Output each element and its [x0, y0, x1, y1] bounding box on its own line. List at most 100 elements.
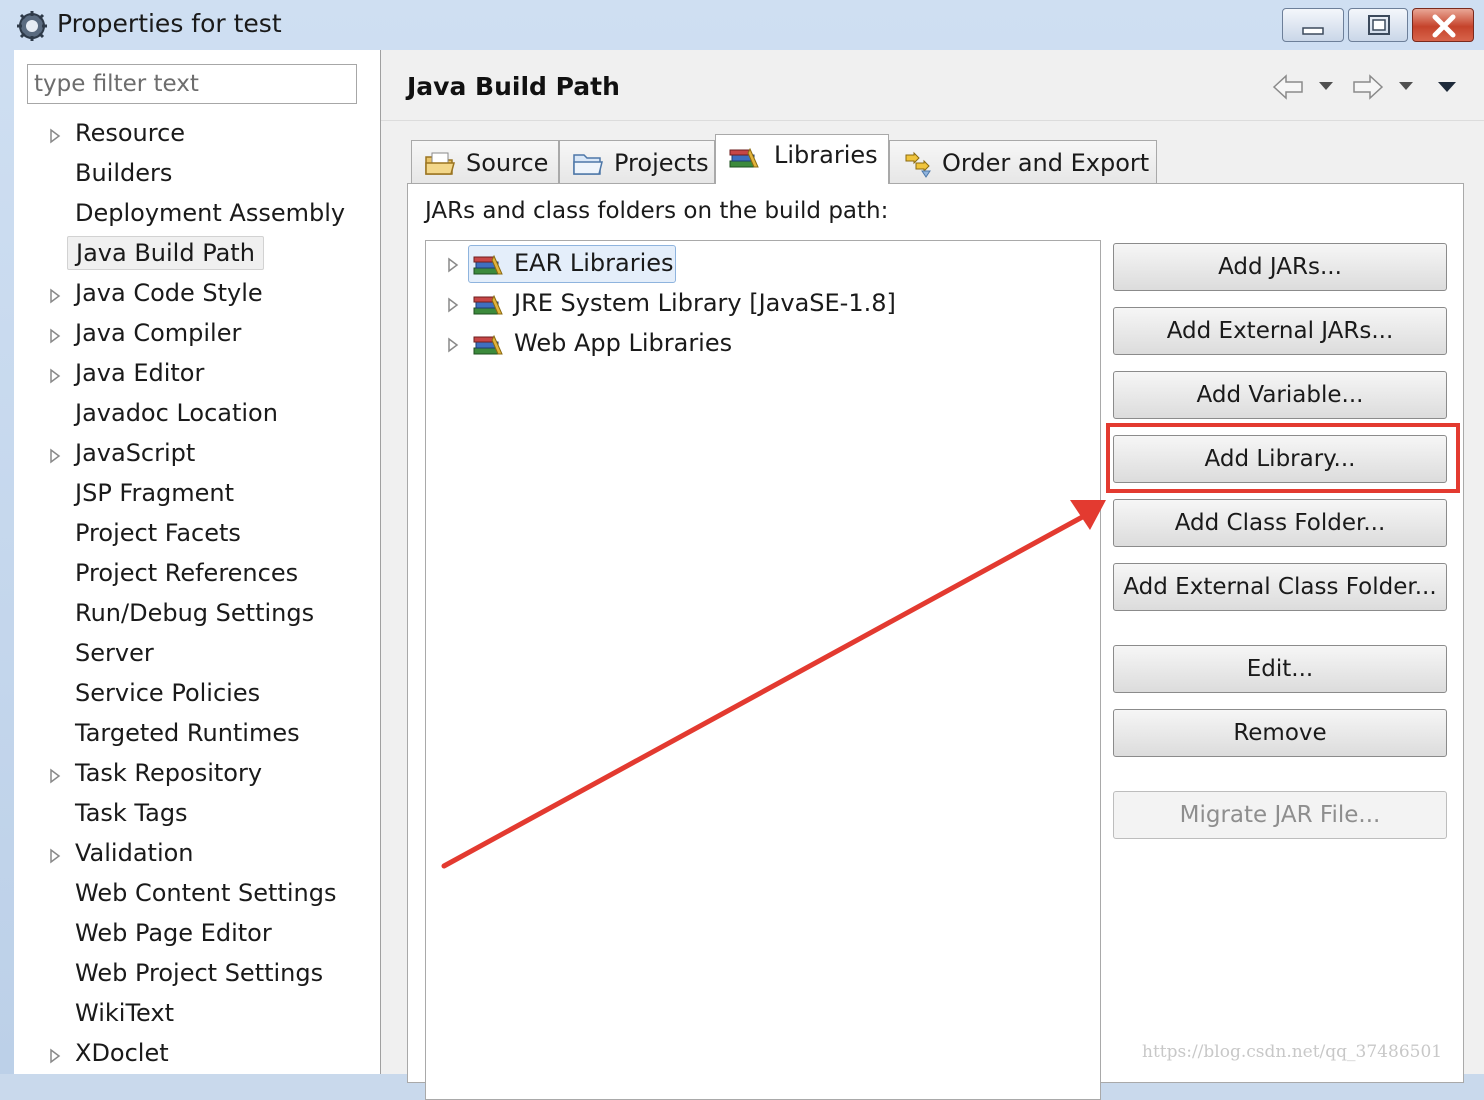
tree-item-label: Server — [75, 639, 154, 667]
order-export-icon — [905, 151, 931, 178]
tab-libraries[interactable]: Libraries — [715, 134, 889, 184]
tree-item-label: Java Code Style — [75, 279, 263, 307]
close-button[interactable] — [1412, 8, 1474, 42]
forward-arrow-icon[interactable] — [1351, 72, 1385, 102]
tree-item-label: JavaScript — [75, 439, 196, 467]
tree-item-label: Project Facets — [75, 519, 241, 547]
property-page-content: Java Build Path Source Projects Librarie… — [381, 50, 1484, 1100]
tree-item[interactable]: JSP Fragment — [14, 476, 380, 516]
tree-item[interactable]: Task Tags — [14, 796, 380, 836]
tree-item[interactable]: Web Project Settings — [14, 956, 380, 996]
tree-item[interactable]: Resource — [14, 116, 380, 156]
dropdown-icon[interactable] — [1397, 80, 1415, 92]
library-icon — [729, 147, 759, 168]
menu-dropdown-icon[interactable] — [1437, 80, 1457, 94]
expand-arrow-icon[interactable] — [48, 368, 62, 384]
tree-item-label: Builders — [75, 159, 173, 187]
watermark: https://blog.csdn.net/qq_37486501 — [1142, 1042, 1443, 1062]
tree-item[interactable]: Project Facets — [14, 516, 380, 556]
tree-item[interactable]: Java Code Style — [14, 276, 380, 316]
tree-item[interactable]: Deployment Assembly — [14, 196, 380, 236]
edit-button[interactable]: Edit... — [1113, 645, 1447, 693]
expand-arrow-icon[interactable] — [446, 257, 460, 273]
library-item-label: JRE System Library [JavaSE-1.8] — [514, 289, 896, 317]
tree-item-label: Deployment Assembly — [75, 199, 346, 227]
add-external-jars-button[interactable]: Add External JARs... — [1113, 307, 1447, 355]
tree-item[interactable]: Javadoc Location — [14, 396, 380, 436]
annotation-highlight-box — [1106, 423, 1460, 493]
library-item[interactable]: Web App Libraries — [426, 325, 1096, 365]
build-path-tabs: Source Projects Libraries Order and Expo… — [411, 134, 1484, 184]
tree-item[interactable]: Builders — [14, 156, 380, 196]
expand-arrow-icon[interactable] — [48, 328, 62, 344]
minimize-button[interactable] — [1282, 8, 1344, 42]
tree-item[interactable]: Web Content Settings — [14, 876, 380, 916]
tree-item[interactable]: Server — [14, 636, 380, 676]
tree-item[interactable]: Service Policies — [14, 676, 380, 716]
library-icon — [473, 334, 503, 355]
tree-item-label: Java Editor — [75, 359, 205, 387]
libraries-tree[interactable]: EAR Libraries JRE System Library [JavaSE-… — [425, 240, 1101, 1100]
library-item[interactable]: EAR Libraries — [426, 245, 1096, 285]
tree-item[interactable]: Task Repository — [14, 756, 380, 796]
add-variable-button[interactable]: Add Variable... — [1113, 371, 1447, 419]
property-navigation-pane: Resource Builders Deployment Assembly Java … — [14, 50, 381, 1074]
expand-arrow-icon[interactable] — [48, 848, 62, 864]
expand-arrow-icon[interactable] — [48, 128, 62, 144]
library-icon — [473, 294, 503, 315]
tree-item[interactable]: Project References — [14, 556, 380, 596]
tree-item-label: XDoclet — [75, 1039, 169, 1067]
tree-item-label: Targeted Runtimes — [75, 719, 300, 747]
library-item-label: EAR Libraries — [514, 249, 674, 277]
tree-item-label: Project References — [75, 559, 299, 587]
expand-arrow-icon[interactable] — [48, 288, 62, 304]
tree-item-label: Service Policies — [75, 679, 261, 707]
tree-item[interactable]: WikiText — [14, 996, 380, 1036]
expand-arrow-icon[interactable] — [48, 448, 62, 464]
tree-item-label: Task Repository — [75, 759, 263, 787]
library-item[interactable]: JRE System Library [JavaSE-1.8] — [426, 285, 1096, 325]
gear-icon — [17, 11, 47, 41]
tree-item[interactable]: Targeted Runtimes — [14, 716, 380, 756]
tree-item-label: Java Build Path — [67, 236, 264, 270]
tree-item-label: Validation — [75, 839, 194, 867]
tree-item[interactable]: JavaScript — [14, 436, 380, 476]
dropdown-icon[interactable] — [1317, 80, 1335, 92]
tree-item-label: Task Tags — [75, 799, 188, 827]
library-item-label: Web App Libraries — [514, 329, 733, 357]
maximize-button[interactable] — [1348, 8, 1408, 42]
tree-item-label: Javadoc Location — [75, 399, 278, 427]
back-arrow-icon[interactable] — [1271, 72, 1305, 102]
expand-arrow-icon[interactable] — [48, 768, 62, 784]
expand-arrow-icon[interactable] — [446, 297, 460, 313]
tab-source[interactable]: Source — [411, 140, 559, 184]
tree-item[interactable]: Web Page Editor — [14, 916, 380, 956]
tree-item[interactable]: Java Editor — [14, 356, 380, 396]
migrate-jar-file-button[interactable]: Migrate JAR File... — [1113, 791, 1447, 839]
tab-projects[interactable]: Projects — [559, 140, 715, 184]
tree-item[interactable]: Run/Debug Settings — [14, 596, 380, 636]
tab-projects-label: Projects — [614, 149, 709, 177]
title-bar[interactable]: Properties for test — [0, 0, 1484, 50]
add-class-folder-button[interactable]: Add Class Folder... — [1113, 499, 1447, 547]
tree-item[interactable]: Java Compiler — [14, 316, 380, 356]
tree-item-label: Web Project Settings — [75, 959, 324, 987]
tree-item[interactable]: XDoclet — [14, 1036, 380, 1076]
tab-source-label: Source — [466, 149, 549, 177]
tab-libraries-label: Libraries — [774, 141, 878, 169]
tree-item-label: Run/Debug Settings — [75, 599, 315, 627]
add-jars-button[interactable]: Add JARs... — [1113, 243, 1447, 291]
tree-item[interactable]: Validation — [14, 836, 380, 876]
source-folder-icon — [425, 152, 455, 175]
minimize-icon — [1302, 27, 1324, 35]
window-title: Properties for test — [57, 9, 282, 38]
tree-item-label: WikiText — [75, 999, 174, 1027]
tab-order-and-export[interactable]: Order and Export — [889, 140, 1157, 184]
remove-button[interactable]: Remove — [1113, 709, 1447, 757]
expand-arrow-icon[interactable] — [446, 337, 460, 353]
add-external-class-folder-button[interactable]: Add External Class Folder... — [1113, 563, 1447, 611]
filter-input[interactable] — [27, 64, 357, 104]
expand-arrow-icon[interactable] — [48, 1048, 62, 1064]
tree-item[interactable]: Java Build Path — [14, 236, 380, 276]
tab-order-and-export-label: Order and Export — [942, 149, 1150, 177]
